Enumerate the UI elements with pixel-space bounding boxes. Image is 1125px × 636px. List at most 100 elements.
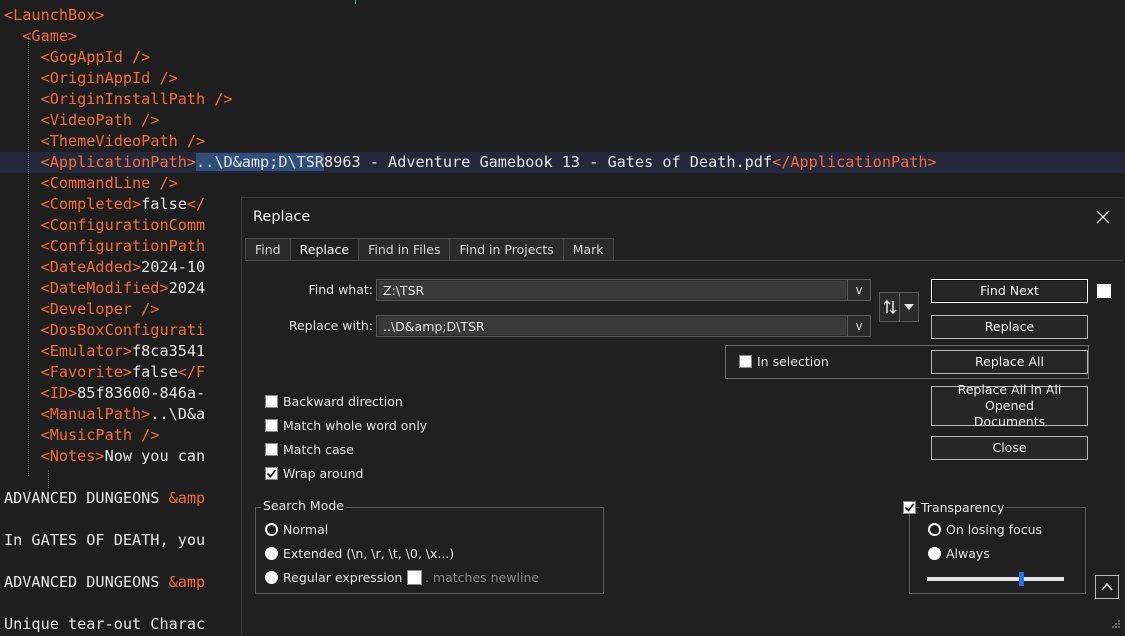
- chevron-down-icon: v: [855, 283, 863, 297]
- resize-grip-icon[interactable]: [1111, 617, 1121, 628]
- code-token: 8963 - Adventure Gamebook 13 - Gates of …: [324, 153, 773, 171]
- search-mode-extended-label: Extended (\n, \r, \t, \0, \x...): [283, 546, 455, 561]
- find-what-input[interactable]: [379, 281, 846, 299]
- transparency-always-label: Always: [946, 546, 990, 561]
- in-selection-label: In selection: [757, 354, 829, 369]
- replace-with-label-text: Replace with:: [288, 318, 373, 333]
- transparency-always-radio[interactable]: [928, 547, 941, 560]
- editor-line-current: <ApplicationPath>..\D&amp;D\TSR8963 - Ad…: [0, 152, 1125, 173]
- dialog-tabs: Find Replace Find in Files Find in Proje…: [245, 238, 614, 261]
- in-selection-checkbox[interactable]: [739, 355, 752, 368]
- replace-with-input[interactable]: [379, 317, 846, 335]
- editor-line: <ConfigurationPath: [4, 236, 206, 257]
- transparency-on-losing-focus-label: On losing focus: [946, 522, 1043, 537]
- editor-line: <ThemeVideoPath />: [4, 131, 206, 152]
- search-mode-regex-label: Regular expression: [283, 570, 403, 585]
- code-token: In GATES OF DEATH, you: [4, 531, 206, 549]
- transparency-slider[interactable]: [927, 572, 1064, 586]
- tab-find-in-projects[interactable]: Find in Projects: [449, 238, 563, 261]
- code-token: <OriginInstallPath />: [4, 90, 233, 108]
- code-token: ADVANCED DUNGEONS: [4, 489, 169, 507]
- code-token: <DateAdded>: [4, 258, 142, 276]
- code-token: false: [141, 195, 187, 213]
- checkmark-icon: [266, 469, 277, 478]
- slider-track: [927, 577, 1064, 581]
- wrap-around-label: Wrap around: [283, 466, 364, 481]
- tab-panel: Find what: v Replace with: v Find Next R…: [245, 260, 1123, 633]
- wrap-around-checkbox[interactable]: [265, 467, 278, 480]
- find-what-label: Find what:: [265, 282, 373, 297]
- code-token: <ID>: [4, 384, 78, 402]
- find-what-combo: v: [376, 279, 871, 301]
- editor-line: <DateModified>2024: [4, 278, 206, 299]
- close-dialog-button[interactable]: [1088, 204, 1118, 230]
- code-token: <ApplicationPath>: [4, 153, 197, 171]
- find-next-option-checkbox[interactable]: [1097, 284, 1111, 298]
- replace-all-opened-label-line1: Replace All in All Opened: [957, 382, 1062, 413]
- replace-all-button[interactable]: Replace All: [931, 350, 1088, 374]
- code-token: <Completed>: [4, 195, 142, 213]
- swap-arrows-icon: [880, 293, 899, 321]
- code-token: false: [132, 363, 178, 381]
- find-next-button[interactable]: Find Next: [931, 279, 1088, 303]
- backward-direction-checkbox[interactable]: [265, 395, 278, 408]
- tab-mark[interactable]: Mark: [562, 238, 614, 261]
- transparency-title: Transparency: [919, 500, 1007, 515]
- code-token: <Notes>: [4, 447, 105, 465]
- search-mode-regex-radio[interactable]: [265, 571, 278, 584]
- matches-newline-label: . matches newline: [425, 570, 540, 585]
- editor-line: <LaunchBox>: [4, 5, 105, 26]
- replace-button[interactable]: Replace: [931, 315, 1088, 339]
- code-token: ADVANCED DUNGEONS: [4, 573, 169, 591]
- selected-text: ..\D&amp;D\TSR: [196, 153, 325, 171]
- code-token: </ApplicationPath>: [772, 153, 937, 171]
- transparency-on-losing-focus-radio[interactable]: [928, 523, 941, 536]
- find-what-dropdown-button[interactable]: v: [847, 280, 870, 300]
- code-token: &amp: [168, 573, 206, 591]
- code-token: Now you can: [104, 447, 206, 465]
- editor-line: ADVANCED DUNGEONS &amp: [4, 488, 205, 509]
- code-token: f8ca3541: [132, 342, 206, 360]
- editor-line: <GogAppId />: [4, 47, 151, 68]
- search-mode-title: Search Mode: [261, 498, 346, 513]
- match-case-checkbox[interactable]: [265, 443, 278, 456]
- replace-with-label: Replace with:: [265, 318, 373, 333]
- code-token: <CommandLine />: [4, 174, 178, 192]
- replace-button-label: Replace: [984, 319, 1035, 334]
- tab-find[interactable]: Find: [245, 238, 290, 261]
- backward-direction-label: Backward direction: [283, 394, 403, 409]
- search-mode-normal-label: Normal: [283, 522, 329, 537]
- tab-find-in-files[interactable]: Find in Files: [358, 238, 450, 261]
- replace-with-dropdown-button[interactable]: v: [847, 316, 870, 336]
- editor-line: Unique tear-out Charac: [4, 614, 205, 635]
- code-token: <OriginAppId />: [4, 69, 178, 87]
- match-whole-word-label: Match whole word only: [283, 418, 428, 433]
- code-token: </: [186, 195, 206, 213]
- collapse-dialog-button[interactable]: [1095, 575, 1119, 599]
- code-token: 2024: [168, 279, 206, 297]
- code-token: <ConfigurationPath: [4, 237, 206, 255]
- transparency-checkbox[interactable]: [903, 501, 916, 514]
- code-token: 85f83600-846a-: [77, 384, 206, 402]
- editor-line: <Game>: [4, 26, 77, 47]
- slider-thumb[interactable]: [1019, 572, 1024, 586]
- code-token: <LaunchBox>: [4, 6, 105, 24]
- match-whole-word-checkbox[interactable]: [265, 419, 278, 432]
- search-mode-extended-radio[interactable]: [265, 547, 278, 560]
- editor-line: <CommandLine />: [4, 173, 178, 194]
- search-mode-normal-radio[interactable]: [265, 523, 278, 536]
- editor-line: <OriginInstallPath />: [4, 89, 233, 110]
- code-token: 2024-10: [141, 258, 206, 276]
- editor-line: <Emulator>f8ca3541: [4, 341, 206, 362]
- code-token: </F: [177, 363, 206, 381]
- replace-all-in-opened-documents-button[interactable]: Replace All in All Opened Documents: [931, 382, 1088, 429]
- matches-newline-checkbox[interactable]: [407, 570, 422, 585]
- close-button[interactable]: Close: [931, 436, 1088, 460]
- tab-replace[interactable]: Replace: [289, 238, 359, 261]
- indent-guide: [48, 470, 49, 488]
- match-case-label: Match case: [283, 442, 354, 457]
- code-token: &amp: [168, 489, 206, 507]
- swap-find-replace-button[interactable]: [879, 292, 919, 322]
- indent-guide: [28, 36, 29, 476]
- editor-line: <Notes>Now you can: [4, 446, 206, 467]
